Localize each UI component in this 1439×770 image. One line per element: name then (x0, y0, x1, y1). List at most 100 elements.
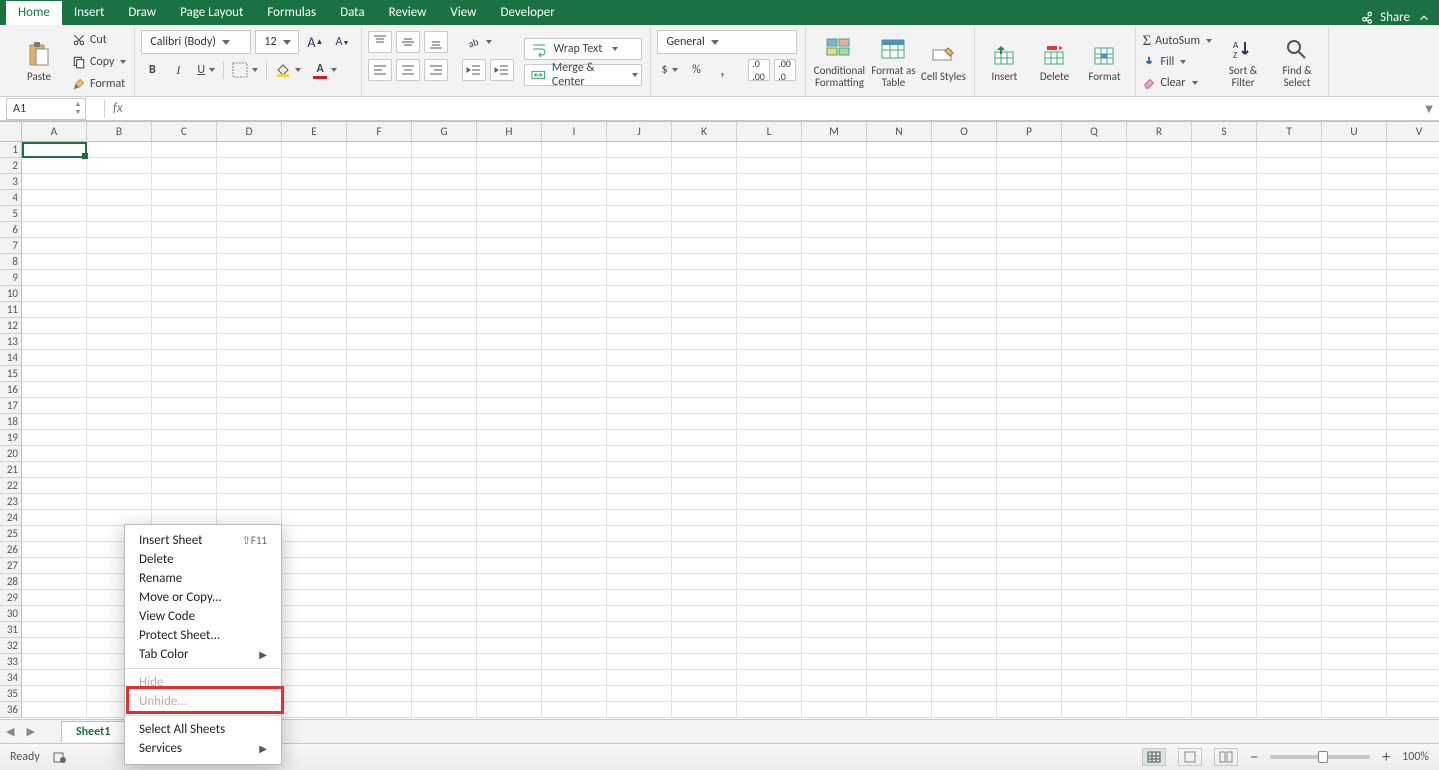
tab-draw[interactable]: Draw (116, 1, 168, 25)
cell[interactable] (672, 302, 737, 318)
cell[interactable] (152, 414, 217, 430)
cell[interactable] (152, 158, 217, 174)
cell[interactable] (737, 606, 802, 622)
cell[interactable] (87, 446, 152, 462)
cell[interactable] (867, 542, 932, 558)
cell[interactable] (347, 398, 412, 414)
cell[interactable] (867, 206, 932, 222)
cell[interactable] (1192, 638, 1257, 654)
cell[interactable] (1322, 462, 1387, 478)
cell[interactable] (1387, 190, 1439, 206)
cell[interactable] (477, 654, 542, 670)
column-header-S[interactable]: S (1192, 122, 1257, 142)
cell[interactable] (867, 142, 932, 158)
cell[interactable] (802, 206, 867, 222)
cell[interactable] (1257, 478, 1322, 494)
cell[interactable] (542, 190, 607, 206)
cell[interactable] (607, 590, 672, 606)
cell[interactable] (1127, 686, 1192, 702)
row-header-11[interactable]: 11 (0, 302, 22, 318)
cell[interactable] (672, 270, 737, 286)
cell[interactable] (802, 238, 867, 254)
cell[interactable] (347, 590, 412, 606)
insert-cells-button[interactable]: Insert (981, 30, 1027, 94)
cell[interactable] (217, 430, 282, 446)
paste-button[interactable]: Paste (12, 30, 66, 94)
cell[interactable] (1127, 286, 1192, 302)
cell[interactable] (87, 494, 152, 510)
cell[interactable] (1322, 302, 1387, 318)
cell[interactable] (802, 174, 867, 190)
cell[interactable] (477, 638, 542, 654)
cell[interactable] (997, 142, 1062, 158)
cell[interactable] (737, 206, 802, 222)
row-header-14[interactable]: 14 (0, 350, 22, 366)
cell[interactable] (347, 526, 412, 542)
increase-indent-button[interactable] (490, 59, 514, 81)
cell[interactable] (802, 478, 867, 494)
cell[interactable] (932, 462, 997, 478)
align-bottom-button[interactable] (424, 31, 448, 53)
cell[interactable] (867, 350, 932, 366)
cell[interactable] (672, 446, 737, 462)
cell[interactable] (87, 174, 152, 190)
cell[interactable] (217, 462, 282, 478)
cell[interactable] (997, 302, 1062, 318)
cell[interactable] (217, 366, 282, 382)
cell[interactable] (1192, 158, 1257, 174)
cell[interactable] (1062, 702, 1127, 718)
cell[interactable] (802, 398, 867, 414)
cell[interactable] (867, 254, 932, 270)
cell[interactable] (152, 206, 217, 222)
cell[interactable] (672, 430, 737, 446)
cell[interactable] (672, 334, 737, 350)
cell[interactable] (22, 606, 87, 622)
cell[interactable] (607, 174, 672, 190)
row-header-16[interactable]: 16 (0, 382, 22, 398)
cell[interactable] (607, 670, 672, 686)
orientation-button[interactable]: ab (462, 31, 496, 53)
cell[interactable] (22, 318, 87, 334)
cell[interactable] (282, 670, 347, 686)
cell[interactable] (802, 702, 867, 718)
cell[interactable] (1062, 462, 1127, 478)
cell[interactable] (802, 574, 867, 590)
cell[interactable] (22, 510, 87, 526)
cell[interactable] (542, 510, 607, 526)
decrease-indent-button[interactable] (462, 59, 486, 81)
cell[interactable] (932, 654, 997, 670)
cell[interactable] (932, 606, 997, 622)
cell[interactable] (607, 158, 672, 174)
clear-button[interactable]: Clear (1142, 73, 1212, 93)
cell[interactable] (867, 174, 932, 190)
cell[interactable] (347, 286, 412, 302)
cell[interactable] (1192, 446, 1257, 462)
cell[interactable] (1192, 606, 1257, 622)
cell[interactable] (22, 302, 87, 318)
cell[interactable] (22, 366, 87, 382)
cell[interactable] (802, 142, 867, 158)
cell[interactable] (867, 494, 932, 510)
cell[interactable] (477, 366, 542, 382)
cell[interactable] (412, 670, 477, 686)
cell[interactable] (542, 350, 607, 366)
cell[interactable] (87, 414, 152, 430)
cell[interactable] (802, 654, 867, 670)
cell[interactable] (607, 318, 672, 334)
cell[interactable] (347, 174, 412, 190)
cell[interactable] (282, 430, 347, 446)
cell[interactable] (737, 654, 802, 670)
cell[interactable] (867, 286, 932, 302)
cell[interactable] (282, 334, 347, 350)
cell[interactable] (1062, 526, 1127, 542)
cell[interactable] (672, 558, 737, 574)
cell[interactable] (737, 174, 802, 190)
cell[interactable] (347, 142, 412, 158)
cell[interactable] (737, 318, 802, 334)
cell[interactable] (412, 446, 477, 462)
cell[interactable] (932, 542, 997, 558)
cell[interactable] (1257, 222, 1322, 238)
cell[interactable] (477, 510, 542, 526)
cell[interactable] (607, 702, 672, 718)
cell[interactable] (1192, 270, 1257, 286)
